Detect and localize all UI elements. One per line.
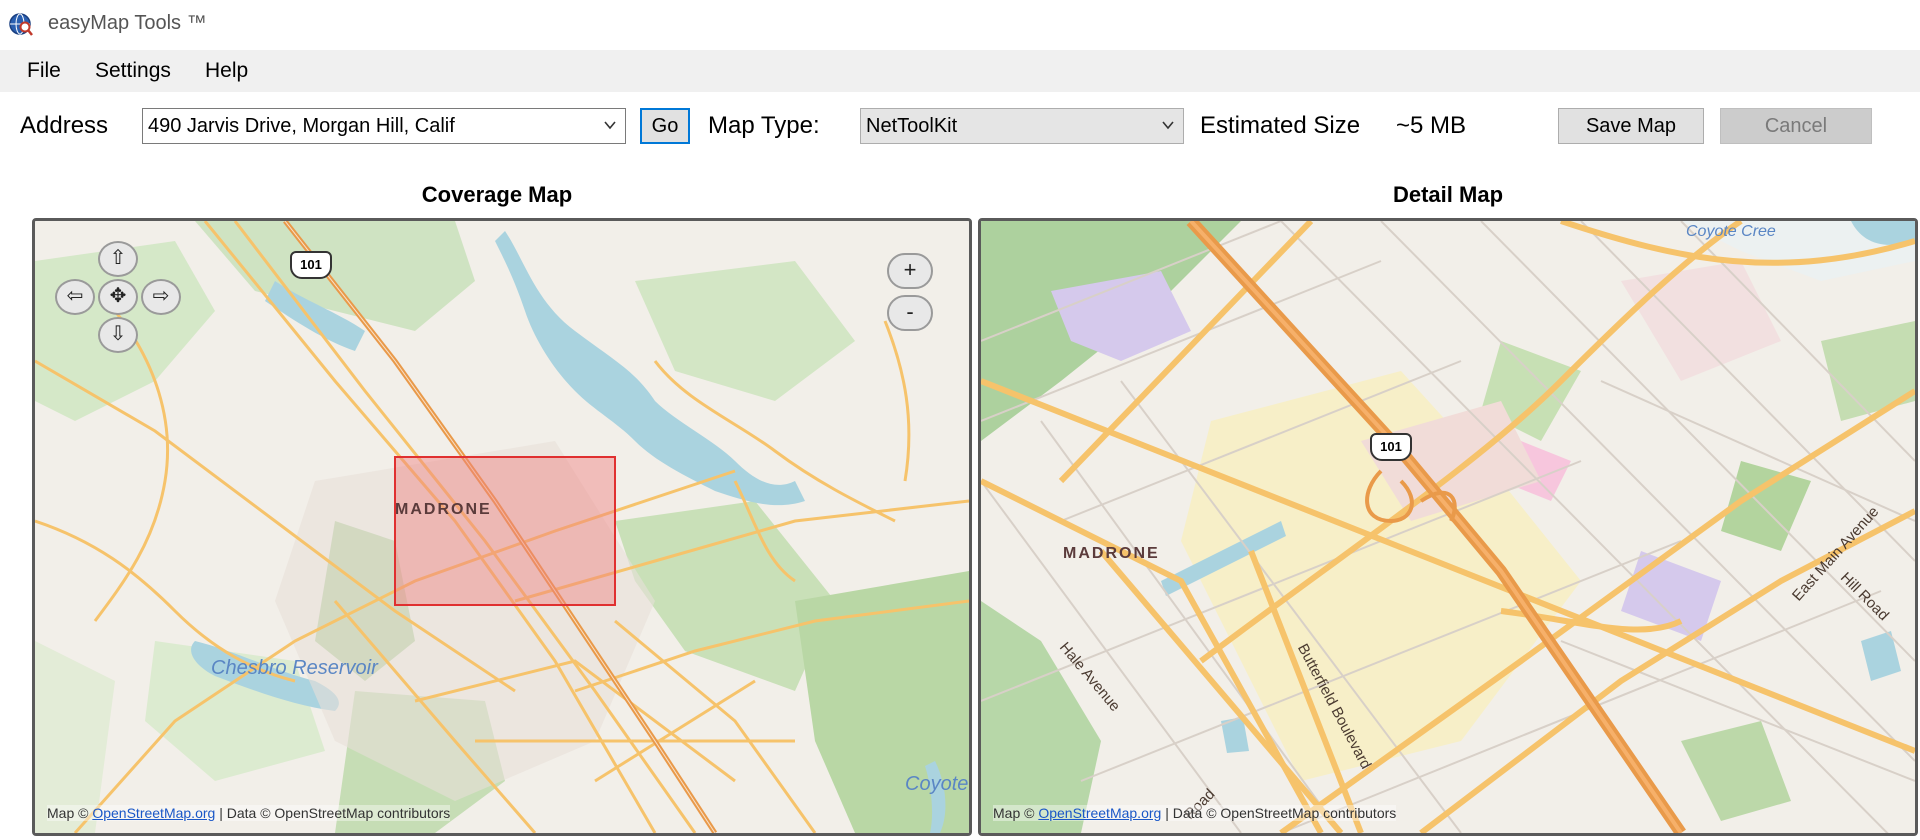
highway-101-shield: 101 bbox=[290, 251, 332, 279]
coverage-map[interactable]: 101 MADRONE Chesbro Reservoir Coyote ⇧ ⇦… bbox=[32, 218, 972, 836]
openstreetmap-link[interactable]: OpenStreetMap.org bbox=[1038, 805, 1161, 821]
openstreetmap-link[interactable]: OpenStreetMap.org bbox=[92, 805, 215, 821]
highway-101-shield: 101 bbox=[1370, 433, 1412, 461]
detail-map-title: Detail Map bbox=[1392, 182, 1504, 207]
go-button[interactable]: Go bbox=[640, 108, 690, 144]
madrone-label: MADRONE bbox=[395, 501, 492, 518]
zoom-in-button[interactable]: + bbox=[887, 253, 933, 289]
toolbar: Address 490 Jarvis Drive, Morgan Hill, C… bbox=[0, 92, 1920, 162]
coyote-creek-label: Coyote Cree bbox=[1686, 223, 1776, 240]
attribution-suffix: | Data © OpenStreetMap contributors bbox=[215, 805, 451, 821]
estimated-size-value: ~5 MB bbox=[1396, 112, 1467, 139]
detail-map-attribution: Map © OpenStreetMap.org | Data © OpenStr… bbox=[993, 805, 1397, 821]
map-type-select[interactable]: NetToolKit bbox=[860, 108, 1184, 144]
pan-left-button[interactable]: ⇦ bbox=[55, 279, 95, 315]
coverage-map-attribution: Map © OpenStreetMap.org | Data © OpenStr… bbox=[47, 805, 451, 821]
pan-center-button[interactable]: ✥ bbox=[98, 279, 138, 315]
save-map-button[interactable]: Save Map bbox=[1558, 108, 1704, 144]
cancel-button[interactable]: Cancel bbox=[1720, 108, 1872, 144]
estimated-size-label: Estimated Size bbox=[1200, 112, 1361, 139]
title-bar: easyMap Tools ™ bbox=[0, 0, 1920, 48]
chesbro-reservoir-label: Chesbro Reservoir bbox=[211, 657, 378, 679]
globe-magnifier-icon bbox=[9, 13, 33, 36]
pan-up-button[interactable]: ⇧ bbox=[98, 241, 138, 277]
menu-file[interactable]: File bbox=[27, 59, 61, 83]
madrone-label: MADRONE bbox=[1063, 545, 1160, 562]
coverage-map-title: Coverage Map bbox=[421, 182, 573, 207]
attribution-prefix: Map © bbox=[47, 805, 93, 821]
coyote-label: Coyote bbox=[905, 773, 969, 795]
map-type-value: NetToolKit bbox=[866, 115, 958, 137]
pan-down-button[interactable]: ⇩ bbox=[98, 317, 138, 353]
coverage-map-canvas bbox=[35, 221, 969, 833]
address-combobox[interactable]: 490 Jarvis Drive, Morgan Hill, Calif bbox=[142, 108, 626, 144]
pan-right-button[interactable]: ⇨ bbox=[141, 279, 181, 315]
chevron-down-icon[interactable] bbox=[603, 118, 617, 132]
address-label: Address bbox=[20, 112, 109, 139]
chevron-down-icon[interactable] bbox=[1161, 118, 1175, 132]
address-value: 490 Jarvis Drive, Morgan Hill, Calif bbox=[148, 115, 455, 137]
attribution-suffix: | Data © OpenStreetMap contributors bbox=[1161, 805, 1397, 821]
menu-help[interactable]: Help bbox=[205, 59, 248, 83]
detail-map-canvas bbox=[981, 221, 1915, 833]
zoom-out-button[interactable]: - bbox=[887, 295, 933, 331]
map-type-label: Map Type: bbox=[708, 112, 820, 139]
menu-bar: File Settings Help bbox=[0, 50, 1920, 92]
menu-settings[interactable]: Settings bbox=[95, 59, 171, 83]
attribution-prefix: Map © bbox=[993, 805, 1039, 821]
detail-map[interactable]: 101 MADRONE Hale Avenue Butterfield Boul… bbox=[978, 218, 1918, 836]
app-title: easyMap Tools ™ bbox=[48, 12, 207, 34]
